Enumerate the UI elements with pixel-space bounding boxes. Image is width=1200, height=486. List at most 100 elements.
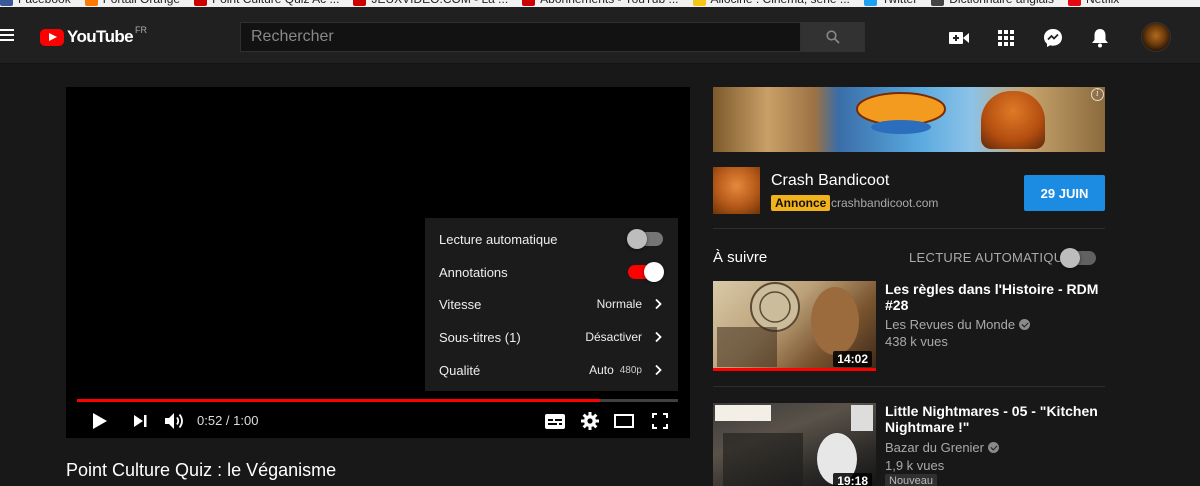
channel-name[interactable]: Les Revues du Monde (885, 317, 1031, 332)
progress-bar[interactable] (77, 399, 678, 402)
bookmark-favicon-icon (194, 0, 208, 6)
bookmark-item[interactable]: Point Culture Quiz Ac ... (194, 0, 339, 6)
ad-banner-image[interactable] (713, 87, 1105, 152)
channel-name[interactable]: Bazar du Grenier (885, 440, 999, 455)
theater-mode-button[interactable] (613, 410, 635, 432)
menu-row-subtitles[interactable]: Sous-titres (1) Désactiver (425, 321, 678, 353)
advertiser-thumbnail[interactable] (713, 167, 760, 214)
chevron-right-icon (655, 331, 662, 343)
subtitles-count: (1) (504, 329, 521, 345)
view-count: 438 k vues (885, 334, 948, 349)
play-icon (93, 413, 107, 429)
bookmark-favicon-icon (522, 0, 536, 6)
bookmark-item[interactable]: Portail Orange (84, 0, 180, 6)
play-button[interactable] (90, 410, 110, 432)
bookmark-label: Twitter (882, 0, 917, 6)
divider (713, 228, 1105, 229)
view-count: 1,9 k vues (885, 458, 945, 473)
channel-name-text: Bazar du Grenier (885, 440, 984, 455)
bookmarks-bar: Facebook Portail Orange Point Culture Quiz… (0, 0, 1200, 7)
new-badge: Nouveau (885, 474, 938, 486)
subtitles-label: Sous-titres (439, 329, 502, 345)
speed-label: Vitesse (439, 296, 482, 312)
video-duration: 19:18 (833, 473, 872, 486)
search-icon (826, 30, 840, 44)
quality-resolution: 480p (619, 364, 642, 376)
logo-region: FR (135, 25, 147, 35)
annotations-toggle[interactable] (628, 262, 664, 282)
quality-value: Auto (589, 363, 614, 377)
menu-row-autoplay[interactable]: Lecture automatique (425, 223, 678, 255)
bookmark-label: Facebook (18, 0, 71, 6)
bookmark-favicon-icon (353, 0, 367, 6)
autoplay-toggle[interactable] (1060, 248, 1096, 268)
menu-row-quality[interactable]: Qualité Auto 480p (425, 354, 678, 386)
settings-button[interactable] (580, 410, 600, 432)
bookmark-item[interactable]: JEUXVIDEO.COM - La ... (353, 0, 508, 6)
up-next-heading: À suivre (713, 249, 768, 266)
crash-character-image (981, 91, 1045, 149)
chevron-right-icon (655, 298, 662, 310)
video-duration: 14:02 (833, 351, 872, 367)
crash-game-logo (855, 91, 947, 135)
bookmark-label: Dictionnaire anglais (949, 0, 1054, 6)
bookmark-favicon-icon (84, 0, 98, 6)
video-player[interactable]: Lecture automatique Annotations Vitesse … (66, 87, 690, 438)
bookmark-item[interactable]: Facebook (0, 0, 71, 6)
bookmark-item[interactable]: Twitter (863, 0, 917, 6)
menu-row-annotations[interactable]: Annotations (425, 256, 678, 288)
search-bar (240, 22, 865, 52)
video-title: Point Culture Quiz : le Véganisme (66, 460, 337, 480)
search-input[interactable] (240, 22, 801, 52)
video-title[interactable]: Les règles dans l'Histoire - RDM #28 (885, 281, 1100, 313)
verified-check-icon (1019, 319, 1031, 330)
verified-check-icon (988, 442, 999, 453)
volume-button[interactable] (163, 410, 187, 432)
notifications-bell-icon[interactable] (1090, 28, 1110, 48)
bookmark-favicon-icon (1067, 0, 1081, 6)
speed-value: Normale (596, 297, 642, 311)
menu-hamburger-icon[interactable] (0, 29, 14, 41)
bookmark-favicon-icon (0, 0, 13, 6)
advertiser-name[interactable]: Crash Bandicoot (771, 172, 889, 190)
search-button[interactable] (801, 22, 865, 52)
ad-cta-button[interactable]: 29 JUIN (1024, 175, 1105, 211)
video-thumbnail[interactable]: 14:02 (713, 281, 876, 371)
bookmark-favicon-icon (863, 0, 877, 6)
youtube-logo[interactable]: YouTube FR (40, 25, 147, 47)
apps-grid-icon[interactable] (996, 28, 1016, 48)
progress-played (77, 399, 600, 402)
quality-label: Qualité (439, 362, 481, 378)
next-button[interactable] (130, 410, 150, 432)
ad-info-icon[interactable]: i (1091, 88, 1104, 101)
bookmark-label: Abonnements - YouTub ... (540, 0, 678, 6)
toggle-knob (1060, 248, 1080, 268)
bookmark-favicon-icon (692, 0, 706, 6)
toggle-knob (644, 262, 664, 282)
bookmark-item[interactable]: Dictionnaire anglais (931, 0, 1054, 6)
recommendation-item[interactable]: 19:18 Little Nightmares - 05 - "Kitchen … (713, 403, 1105, 486)
upload-video-icon[interactable] (949, 28, 969, 48)
volume-icon (165, 413, 183, 429)
bookmark-item[interactable]: Allociné : Cinéma, série ... (692, 0, 850, 6)
bookmark-item[interactable]: Abonnements - YouTub ... (522, 0, 679, 6)
user-avatar[interactable] (1141, 22, 1171, 52)
autoplay-label: LECTURE AUTOMATIQUE (909, 250, 1073, 265)
fullscreen-button[interactable] (650, 410, 670, 432)
menu-row-speed[interactable]: Vitesse Normale (425, 288, 678, 320)
subtitles-icon (545, 413, 565, 429)
watched-progress-bar (713, 368, 876, 371)
bookmark-label: Netflix (1086, 0, 1119, 6)
bookmark-item[interactable]: Netflix (1067, 0, 1119, 6)
messages-icon[interactable] (1043, 28, 1063, 48)
subtitles-button[interactable] (544, 410, 566, 432)
ad-domain[interactable]: crashbandicoot.com (831, 196, 938, 210)
recommendation-item[interactable]: 14:02 Les règles dans l'Histoire - RDM #… (713, 281, 1105, 371)
next-icon (134, 415, 147, 427)
video-thumbnail[interactable]: 19:18 (713, 403, 876, 486)
video-title[interactable]: Little Nightmares - 05 - "Kitchen Nightm… (885, 403, 1100, 435)
autoplay-toggle[interactable] (627, 229, 663, 249)
chevron-right-icon (655, 364, 662, 376)
bookmark-label: JEUXVIDEO.COM - La ... (371, 0, 508, 6)
theater-mode-icon (614, 414, 634, 428)
